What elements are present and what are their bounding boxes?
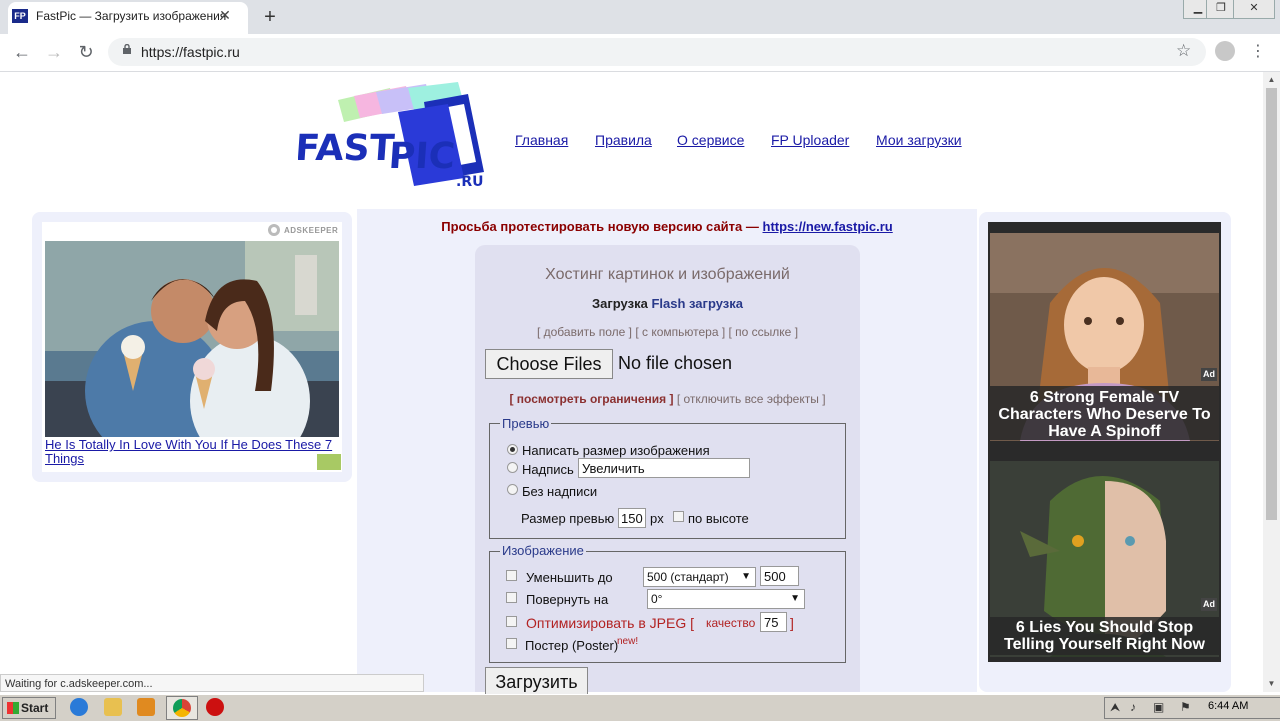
back-button[interactable]: ←	[10, 40, 34, 64]
quality-bracket: ]	[790, 615, 794, 631]
restore-button[interactable]: ❐	[1206, 0, 1236, 19]
left-ad-headline[interactable]: He Is Totally In Love With You If He Doe…	[45, 438, 335, 466]
upload-options[interactable]: [ добавить поле ] [ с компьютера ] [ по …	[475, 325, 860, 339]
new-site-link[interactable]: https://new.fastpic.ru	[763, 219, 893, 234]
panel-title: Хостинг картинок и изображений	[545, 266, 790, 283]
file-status-text: No file chosen	[618, 353, 733, 373]
optimize-label: Оптимизировать в JPEG [	[526, 615, 694, 631]
chrome-icon	[173, 699, 191, 717]
ie-icon[interactable]	[70, 698, 88, 716]
ad-badge-1: Ad	[1201, 368, 1217, 381]
forward-button[interactable]: →	[42, 40, 66, 64]
lock-icon	[123, 44, 131, 54]
close-window-button[interactable]: ✕	[1233, 0, 1275, 19]
start-label: Start	[21, 701, 49, 715]
svg-text:.RU: .RU	[456, 174, 483, 190]
preview-size-input[interactable]: 150	[618, 508, 646, 528]
view-limits-link[interactable]: [ посмотреть ограничения ]	[509, 392, 673, 406]
by-height-label: по высоте	[688, 511, 749, 526]
scrollbar-thumb[interactable]	[1266, 88, 1277, 520]
flash-upload-link[interactable]: Flash загрузка	[651, 296, 743, 311]
tab-close-icon[interactable]: ✕	[216, 6, 234, 24]
notice-banner: Просьба протестировать новую версию сайт…	[357, 219, 977, 234]
preview-legend: Превью	[500, 416, 552, 431]
by-height-checkbox[interactable]	[673, 511, 684, 522]
choose-files-button[interactable]: Choose Files	[485, 349, 613, 379]
tray-arrow-icon[interactable]: ⮝	[1110, 700, 1120, 715]
notice-text: Просьба протестировать новую версию сайт…	[441, 219, 763, 234]
opera-icon[interactable]	[206, 698, 224, 716]
poster-checkbox[interactable]	[506, 638, 517, 649]
preview-size-radio[interactable]	[507, 444, 518, 455]
resize-label: Уменьшить до	[526, 570, 613, 585]
nav-about-link[interactable]: О сервисе	[677, 132, 744, 148]
nav-rules-link[interactable]: Правила	[595, 132, 652, 148]
chevron-down-icon: ▼	[790, 593, 800, 604]
adskeeper-icon	[268, 224, 280, 236]
chevron-down-icon: ▼	[741, 571, 751, 582]
quality-label: качество	[706, 616, 756, 630]
rotate-label: Повернуть на	[526, 592, 609, 607]
status-bubble: Waiting for c.adskeeper.com...	[0, 674, 424, 692]
preview-none-radio[interactable]	[507, 484, 518, 495]
address-bar[interactable]	[108, 38, 1206, 66]
volume-icon[interactable]: ♪	[1130, 700, 1136, 714]
left-ad-image[interactable]	[45, 241, 339, 437]
new-tab-button[interactable]: +	[258, 6, 282, 28]
tab-title: FastPic — Загрузить изображения	[36, 9, 227, 23]
preview-size-unit: px	[650, 511, 664, 526]
disable-effects-link[interactable]: [ отключить все эффекты ]	[674, 392, 826, 406]
optimize-checkbox[interactable]	[506, 616, 517, 627]
start-button[interactable]: Start	[2, 697, 56, 719]
resize-value-input[interactable]: 500	[760, 566, 799, 586]
upload-mode-label: Загрузка	[592, 296, 648, 311]
flag-icon[interactable]: ⚑	[1180, 700, 1191, 714]
svg-text:FAST: FAST	[298, 128, 396, 169]
preview-caption-input[interactable]: Увеличить	[578, 458, 750, 478]
chrome-menu-icon[interactable]: ⋮	[1250, 41, 1266, 61]
right-ad-caption-2[interactable]: 6 Lies You Should Stop Telling Yourself …	[990, 617, 1219, 655]
nav-my-uploads-link[interactable]: Мои загрузки	[876, 132, 962, 148]
poster-label: Постер (Poster)	[525, 638, 619, 653]
favicon-icon: FP	[12, 9, 28, 23]
bookmark-star-icon[interactable]: ☆	[1176, 41, 1191, 61]
upload-mode: Загрузка Flash загрузка	[475, 296, 860, 311]
preview-size-label: Написать размер изображения	[522, 443, 710, 458]
preview-none-label: Без надписи	[522, 484, 598, 499]
profile-avatar[interactable]	[1215, 41, 1235, 61]
url-text[interactable]: https://fastpic.ru	[141, 44, 240, 60]
rotate-select-value: 0°	[651, 592, 663, 606]
resize-select-value: 500 (стандарт)	[647, 570, 729, 584]
preview-size-label-text: Размер превью	[521, 511, 615, 526]
chrome-taskbar-button[interactable]	[166, 696, 198, 720]
ad-badge-2: Ad	[1201, 598, 1217, 611]
rotate-checkbox[interactable]	[506, 592, 517, 603]
clock[interactable]: 6:44 AM	[1208, 700, 1248, 712]
resize-checkbox[interactable]	[506, 570, 517, 581]
preview-caption-radio[interactable]	[507, 462, 518, 473]
scroll-down-arrow[interactable]: ▼	[1263, 676, 1280, 691]
fastpic-logo[interactable]: FAST PIC .RU	[298, 82, 488, 194]
svg-text:PIC: PIC	[387, 136, 456, 177]
network-icon[interactable]: ▣	[1153, 700, 1164, 714]
media-player-icon[interactable]	[137, 698, 155, 716]
poster-new-badge: new!	[617, 636, 639, 647]
image-legend: Изображение	[500, 543, 586, 558]
limits-line: [ посмотреть ограничения ] [ отключить в…	[475, 392, 860, 406]
quality-input[interactable]: 75	[760, 612, 787, 632]
rotate-select[interactable]: 0° ▼	[647, 589, 805, 609]
nav-uploader-link[interactable]: FP Uploader	[771, 132, 849, 148]
windows-logo-icon	[7, 702, 19, 714]
explorer-folder-icon[interactable]	[104, 698, 122, 716]
scroll-up-arrow[interactable]: ▲	[1263, 72, 1280, 87]
right-ad-caption-1[interactable]: 6 Strong Female TV Characters Who Deserv…	[990, 386, 1219, 440]
upload-submit-button[interactable]: Загрузить	[485, 667, 588, 697]
preview-caption-label: Надпись	[522, 462, 574, 477]
resize-select[interactable]: 500 (стандарт) ▼	[643, 567, 756, 587]
adskeeper-label: ADSKEEPER	[284, 226, 339, 235]
nav-home-link[interactable]: Главная	[515, 132, 568, 148]
reload-button[interactable]: ↻	[74, 40, 98, 64]
leaf-icon	[317, 454, 341, 470]
